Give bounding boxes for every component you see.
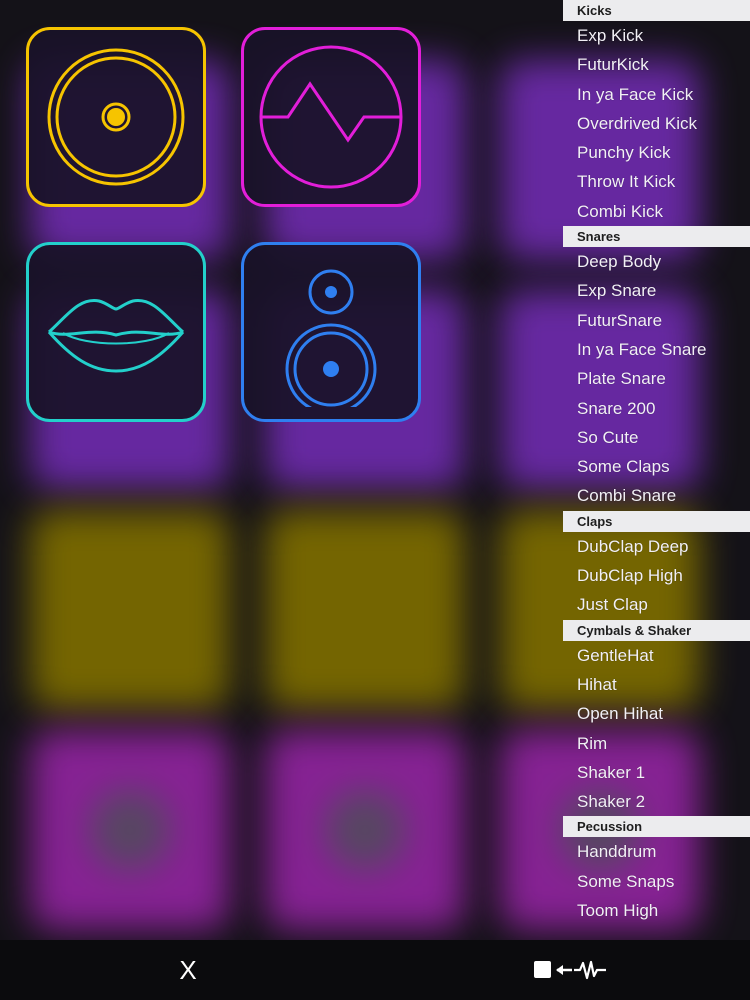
sound-list-item[interactable]: Rim [563,729,750,758]
sound-list[interactable]: Kicks Exp Kick FuturKick In ya Face Kick Ove… [563,0,750,940]
sound-list-item[interactable]: Handdrum [563,837,750,866]
sound-list-item[interactable]: Exp Snare [563,276,750,305]
sound-list-item[interactable]: In ya Face Kick [563,80,750,109]
pad[interactable] [265,730,465,930]
sound-list-item[interactable]: DubClap High [563,561,750,590]
lips-icon [47,299,185,373]
speaker-icon [285,269,377,407]
sound-list-item[interactable]: Snare 200 [563,394,750,423]
sound-list-item[interactable]: Open Hihat [563,699,750,728]
sound-list-item[interactable]: So Cute [563,423,750,452]
arrow-left-icon [556,965,572,975]
sound-list-item[interactable]: Plate Snare [563,364,750,393]
sound-list-item[interactable]: Overdrived Kick [563,109,750,138]
sound-list-item[interactable]: Shaker 1 [563,758,750,787]
sound-list-item[interactable]: Throw It Kick [563,167,750,196]
waveform-icon [259,45,403,189]
section-header: Claps [563,510,750,532]
section-header: Cymbals & Shaker [563,619,750,641]
sound-list-item[interactable]: Hihat [563,670,750,699]
sound-list-item[interactable]: FuturKick [563,50,750,79]
sound-list-item[interactable]: Punchy Kick [563,138,750,167]
bottom-toolbar: X [0,940,750,1000]
sound-list-item[interactable]: Toom High [563,896,750,925]
sound-list-item[interactable]: GentleHat [563,641,750,670]
sound-list-item[interactable]: Combi Kick [563,197,750,226]
sound-list-item[interactable]: FuturSnare [563,306,750,335]
pad[interactable] [30,730,230,930]
sound-list-item[interactable]: Some Claps [563,452,750,481]
sound-list-item[interactable]: Deep Body [563,247,750,276]
close-button[interactable]: X [170,950,206,990]
sound-list-item[interactable]: Shaker 2 [563,787,750,816]
lips-tile[interactable] [26,242,206,422]
sound-list-item[interactable]: Exp Kick [563,21,750,50]
stop-icon [534,961,551,978]
speaker-tile[interactable] [241,242,421,422]
sound-list-item[interactable]: In ya Face Snare [563,335,750,364]
pad[interactable] [30,510,230,710]
section-header: Kicks [563,0,750,21]
waveform-icon [574,960,606,980]
kick-tile[interactable] [26,27,206,207]
sound-list-item[interactable]: Some Snaps [563,867,750,896]
pad[interactable] [265,510,465,710]
assign-sample-button[interactable] [532,958,612,982]
section-header: Snares [563,226,750,248]
wave-tile[interactable] [241,27,421,207]
section-header: Pecussion [563,816,750,838]
sound-list-item[interactable]: Combi Snare [563,481,750,510]
sound-list-item[interactable]: DubClap Deep [563,532,750,561]
sound-list-item[interactable]: Just Clap [563,590,750,619]
kick-drum-icon [47,48,185,186]
